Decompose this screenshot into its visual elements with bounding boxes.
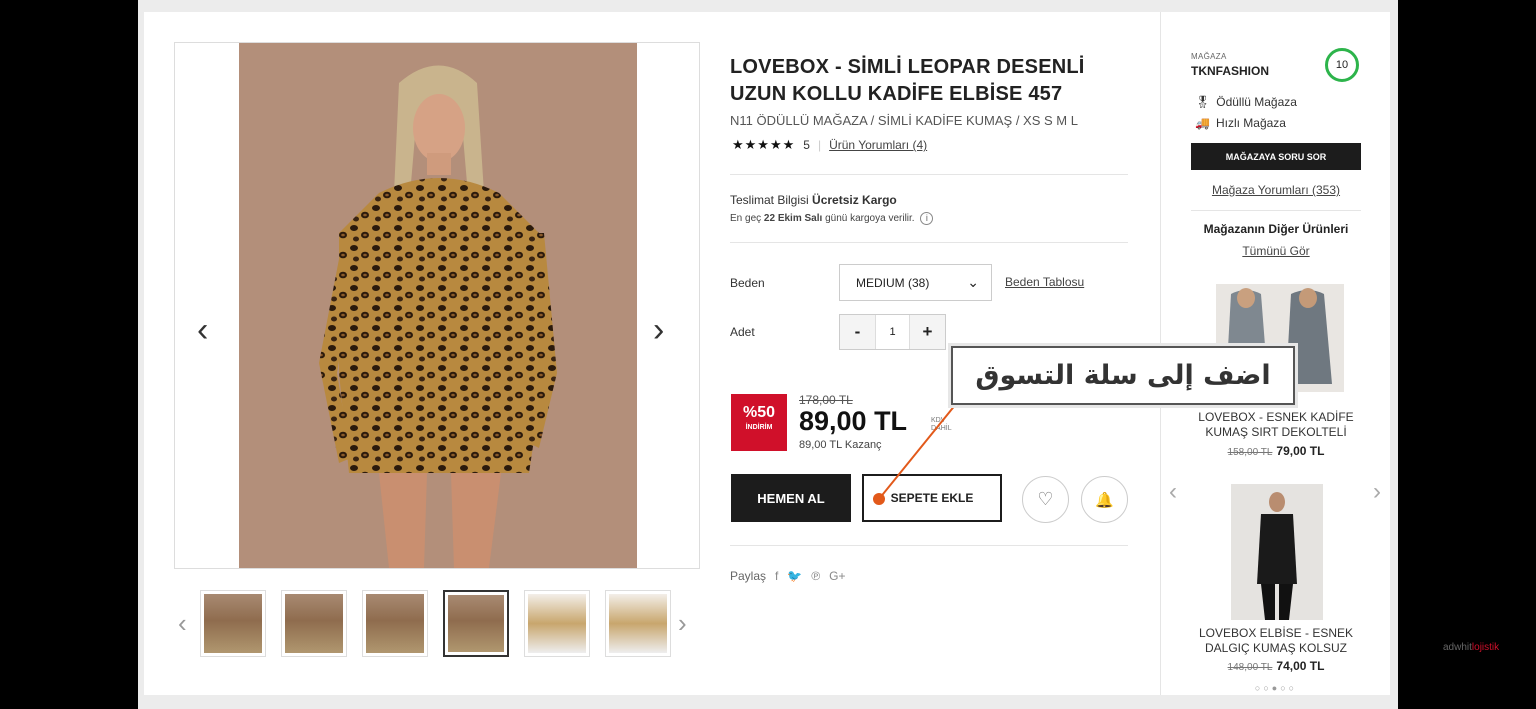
google-plus-icon[interactable]: G+ (829, 569, 845, 583)
info-icon[interactable]: i (920, 212, 934, 225)
gallery-prev-arrow-icon[interactable]: ‹ (197, 313, 208, 347)
rating-row: ★★★★★ 5 | Ürün Yorumları (4) (732, 137, 928, 152)
other-product-2-current-price: 74,00 TL (1276, 659, 1325, 673)
thumbnail-3[interactable] (362, 590, 428, 657)
pinterest-icon[interactable]: ℗ (811, 569, 820, 583)
thumbnail-2[interactable] (281, 590, 347, 657)
other-product-2-name[interactable]: LOVEBOX ELBİSE - ESNEK DALGIÇ KUMAŞ KOLS… (1181, 626, 1371, 656)
delivery-note-prefix: En geç (730, 213, 762, 224)
sidebar-prev-arrow-icon[interactable]: ‹ (1169, 478, 1177, 506)
facebook-icon[interactable]: f (775, 569, 778, 583)
fast-store-badge: 🚚 Hızlı Mağaza (1195, 116, 1286, 130)
product-photo (239, 43, 637, 568)
watermark-part1: adwhit (1443, 642, 1472, 653)
divider (730, 174, 1128, 175)
current-price: 89,00 TL (799, 406, 908, 436)
quantity-increase-button[interactable]: + (910, 315, 945, 349)
delivery-value: Ücretsiz Kargo (812, 193, 897, 207)
star-rating-icon: ★★★★★ (732, 137, 796, 152)
quantity-label: Adet (730, 325, 755, 339)
delivery-label: Teslimat Bilgisi (730, 193, 809, 207)
store-name[interactable]: TKNFASHION (1191, 64, 1269, 78)
other-product-2-price: 148,00 TL 74,00 TL (1161, 659, 1391, 673)
other-product-1-name[interactable]: LOVEBOX - ESNEK KADİFE KUMAŞ SIRT DEKOLT… (1181, 410, 1371, 440)
watermark: adwhitlojistik (1443, 642, 1499, 653)
other-products-heading: Mağazanın Diğer Ürünleri (1203, 222, 1349, 236)
gallery-next-arrow-icon[interactable]: › (653, 313, 664, 347)
product-title: LOVEBOX - SİMLİ LEOPAR DESENLİ UZUN KOLL… (730, 56, 1085, 105)
rating-count: 5 (803, 138, 810, 152)
quantity-stepper: - 1 + (839, 314, 946, 350)
vat-note: KDV DAHİL (931, 417, 952, 432)
product-reviews-link[interactable]: Ürün Yorumları (4) (829, 138, 927, 152)
other-product-2-old-price: 148,00 TL (1227, 662, 1273, 673)
thumbs-next-arrow-icon[interactable]: › (678, 608, 687, 639)
quantity-value[interactable]: 1 (875, 315, 910, 349)
favorite-heart-icon[interactable]: ♡ (1022, 476, 1069, 523)
thumbnail-4-active[interactable] (443, 590, 509, 657)
thumbnail-5[interactable] (524, 590, 590, 657)
store-caption: MAĞAZA (1191, 52, 1227, 61)
discount-label: İNDİRİM (745, 424, 773, 431)
see-all-link[interactable]: Tümünü Gör (1161, 244, 1391, 258)
thumbnail-1[interactable] (200, 590, 266, 657)
size-table-link[interactable]: Beden Tablosu (1005, 275, 1084, 289)
award-icon: 🎖 (1195, 95, 1211, 109)
fast-store-label: Hızlı Mağaza (1215, 116, 1286, 130)
callout-annotation: اضف إلى سلة التسوق (951, 346, 1295, 405)
award-store-badge: 🎖 Ödüllü Mağaza (1195, 95, 1297, 109)
sidebar-next-arrow-icon[interactable]: › (1373, 478, 1381, 506)
ask-store-button[interactable]: MAĞAZAYA SORU SOR (1191, 143, 1361, 170)
store-score-badge: 10 (1325, 48, 1359, 82)
thumbnail-strip: ‹ › (174, 588, 700, 660)
delivery-date: 22 Ekim Salı (763, 213, 823, 224)
thumbs-prev-arrow-icon[interactable]: ‹ (178, 608, 187, 639)
quantity-decrease-button[interactable]: - (840, 315, 875, 349)
size-select-value: MEDIUM (38) (856, 275, 930, 290)
delivery-info: Teslimat Bilgisi Ücretsiz Kargo (730, 193, 897, 207)
other-product-1-current-price: 79,00 TL (1276, 444, 1325, 458)
notification-bell-icon[interactable]: 🔔 (1081, 476, 1128, 523)
share-label: Paylaş (730, 569, 767, 583)
truck-icon: 🚚 (1195, 116, 1210, 130)
delivery-note: En geç 22 Ekim Salı günü kargoya verilir… (730, 212, 934, 225)
thumbnail-6[interactable] (605, 590, 671, 657)
carousel-dots[interactable]: ○○●○○ (1161, 683, 1391, 693)
product-page: ‹ › ‹ › LOVEBOX - SİMLİ LEOPAR DESENLİ U… (144, 12, 1390, 695)
watermark-part2: lojistik (1471, 642, 1500, 653)
chevron-down-icon: ⌄ (967, 274, 979, 290)
size-select[interactable]: MEDIUM (38) ⌄ (839, 264, 992, 301)
divider (730, 242, 1128, 243)
browser-viewport: ‹ › ‹ › LOVEBOX - SİMLİ LEOPAR DESENLİ U… (138, 0, 1398, 709)
divider (1191, 210, 1361, 211)
savings-text: 89,00 TL Kazanç (799, 439, 882, 451)
product-subtitle: N11 ÖDÜLLÜ MAĞAZA / SİMLİ KADİFE KUMAŞ /… (730, 113, 1078, 128)
cursor-highlight-dot (873, 493, 885, 505)
size-label: Beden (730, 276, 765, 290)
store-reviews-link[interactable]: Mağaza Yorumları (353) (1161, 183, 1391, 197)
other-product-1-price: 158,00 TL 79,00 TL (1161, 444, 1391, 458)
other-product-1-old-price: 158,00 TL (1227, 447, 1273, 458)
share-row: Paylaş f 🐦 ℗ G+ (730, 569, 846, 583)
discount-percent: %50 (742, 404, 776, 421)
discount-badge: %50 İNDİRİM (731, 394, 787, 451)
award-store-label: Ödüllü Mağaza (1216, 95, 1297, 109)
main-product-image[interactable]: ‹ › (174, 42, 700, 569)
delivery-note-suffix: günü kargoya verilir. (825, 213, 915, 224)
old-price: 178,00 TL (799, 393, 853, 407)
twitter-icon[interactable]: 🐦 (787, 569, 802, 583)
divider (730, 545, 1128, 546)
buy-now-button[interactable]: HEMEN AL (731, 474, 851, 522)
other-product-2-image[interactable] (1231, 484, 1323, 620)
